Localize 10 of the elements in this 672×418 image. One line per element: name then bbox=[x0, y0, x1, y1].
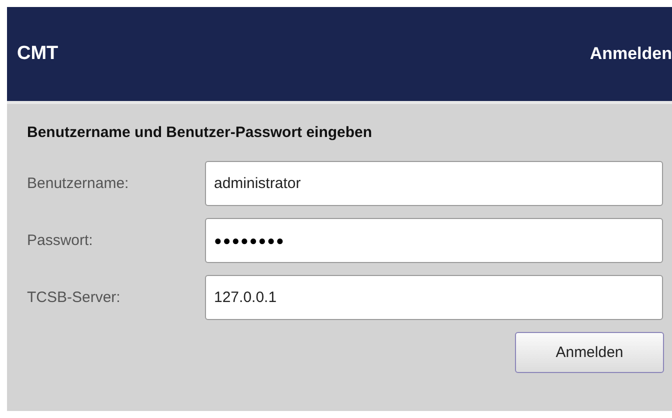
input-field[interactable]: administrator bbox=[205, 161, 663, 206]
login-button[interactable]: Anmelden bbox=[515, 332, 664, 373]
field-label: Benutzername: bbox=[27, 175, 130, 192]
field-label: Passwort: bbox=[27, 232, 94, 249]
login-link[interactable]: Anmelden bbox=[590, 44, 672, 64]
app-title: CMT bbox=[17, 43, 58, 65]
input-field[interactable]: 127.0.0.1 bbox=[205, 275, 663, 320]
input-field[interactable]: ●●●●●●●● bbox=[205, 218, 663, 263]
form-heading: Benutzername und Benutzer-Passwort eingeben bbox=[27, 124, 374, 141]
field-label: TCSB-Server: bbox=[27, 289, 122, 306]
